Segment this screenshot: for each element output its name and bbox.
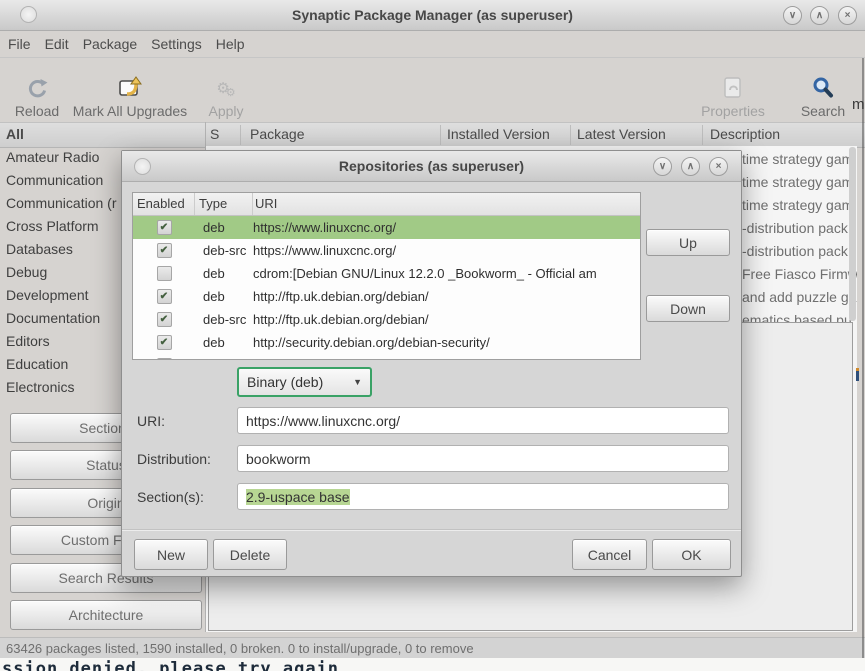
type-dropdown[interactable]: Binary (deb) ▼ xyxy=(237,367,372,397)
down-button[interactable]: Down xyxy=(646,295,730,322)
properties-icon xyxy=(723,73,743,103)
sections-field[interactable]: 2.9-uspace base xyxy=(237,483,729,510)
sidebar-header-all[interactable]: All xyxy=(6,126,24,142)
dialog-titlebar[interactable]: Repositories (as superuser) ∨ ∧ × xyxy=(122,151,741,182)
up-button[interactable]: Up xyxy=(646,229,730,256)
minimize-button[interactable]: ∨ xyxy=(783,6,802,25)
dialog-maximize-button[interactable]: ∧ xyxy=(681,157,700,176)
background-edge-text: m xyxy=(852,96,865,113)
checkbox-checked-icon[interactable]: ✔ xyxy=(157,335,172,350)
statusbar: 63426 packages listed, 1590 installed, 0… xyxy=(0,637,865,658)
uri-label: URI: xyxy=(137,413,165,429)
window-icon xyxy=(20,6,37,23)
column-status[interactable]: S xyxy=(210,126,219,142)
search-button[interactable]: Search xyxy=(792,61,854,119)
mark-all-upgrades-icon xyxy=(117,73,143,103)
maximize-button[interactable]: ∧ xyxy=(810,6,829,25)
background-caret-fragment xyxy=(856,368,859,381)
repo-row[interactable]: ✔ deb-src http://ftp.uk.debian.org/debia… xyxy=(133,308,640,331)
apply-gears-icon: ⚙⚙ xyxy=(216,73,235,103)
repository-list-header[interactable]: Enabled Type URI xyxy=(133,193,640,216)
list-scrollbar[interactable] xyxy=(849,147,856,321)
main-window-title: Synaptic Package Manager (as superuser) xyxy=(292,7,573,23)
mark-all-upgrades-button[interactable]: Mark All Upgrades xyxy=(70,61,190,119)
repo-row[interactable]: ✔ deb http://ftp.uk.debian.org/debian/ xyxy=(133,285,640,308)
column-type[interactable]: Type xyxy=(195,193,253,215)
checkbox-checked-icon[interactable]: ✔ xyxy=(157,312,172,327)
repositories-dialog: Repositories (as superuser) ∨ ∧ × Enable… xyxy=(121,150,742,577)
uri-field[interactable]: https://www.linuxcnc.org/ xyxy=(237,407,729,434)
menubar: File Edit Package Settings Help xyxy=(0,30,865,57)
delete-button[interactable]: Delete xyxy=(213,539,287,570)
repo-row[interactable]: ✔ deb http://security.debian.org/debian-… xyxy=(133,331,640,354)
toolbar: Reload Mark All Upgrades ⚙⚙ Apply Proper… xyxy=(0,57,865,122)
dialog-minimize-button[interactable]: ∨ xyxy=(653,157,672,176)
package-description-cell[interactable]: time strategy gam xyxy=(742,148,857,171)
column-package[interactable]: Package xyxy=(250,126,304,142)
repo-row[interactable]: ✔ deb https://www.linuxcnc.org/ xyxy=(133,216,640,239)
chevron-down-icon: ▼ xyxy=(353,377,362,387)
dialog-close-button[interactable]: × xyxy=(709,157,728,176)
dialog-separator xyxy=(122,529,741,531)
statusbar-text: 63426 packages listed, 1590 installed, 0… xyxy=(6,641,474,656)
sections-label: Section(s): xyxy=(137,489,204,505)
column-uri[interactable]: URI xyxy=(253,193,640,215)
checkbox-checked-icon[interactable]: ✔ xyxy=(157,289,172,304)
properties-button[interactable]: Properties xyxy=(688,61,778,119)
menu-package[interactable]: Package xyxy=(83,36,137,52)
new-button[interactable]: New xyxy=(134,539,208,570)
package-description-cell[interactable]: -distribution pack xyxy=(742,217,857,240)
column-installed-version[interactable]: Installed Version xyxy=(447,126,550,142)
dialog-title: Repositories (as superuser) xyxy=(339,158,524,174)
apply-button[interactable]: ⚙⚙ Apply xyxy=(198,61,254,119)
menu-settings[interactable]: Settings xyxy=(151,36,202,52)
reload-icon xyxy=(25,73,49,103)
checkbox-checked-icon[interactable] xyxy=(157,358,172,360)
column-latest-version[interactable]: Latest Version xyxy=(577,126,666,142)
cancel-button[interactable]: Cancel xyxy=(572,539,647,570)
distribution-field[interactable]: bookworm xyxy=(237,445,729,472)
list-header-row[interactable]: All S Package Installed Version Latest V… xyxy=(0,122,865,148)
repo-row[interactable]: ✔ deb-src https://www.linuxcnc.org/ xyxy=(133,239,640,262)
package-description-cell[interactable]: -distribution pack xyxy=(742,240,857,263)
reload-button[interactable]: Reload xyxy=(8,61,66,119)
menu-file[interactable]: File xyxy=(8,36,31,52)
selected-text: 2.9-uspace base xyxy=(246,489,350,505)
ok-button[interactable]: OK xyxy=(652,539,731,570)
background-edge-line xyxy=(862,58,864,658)
architecture-button[interactable]: Architecture xyxy=(10,600,202,630)
terminal-window-fragment: ssion denied. please try again xyxy=(0,658,865,671)
package-description-cell[interactable]: Free Fiasco Firmw xyxy=(742,263,857,286)
menu-help[interactable]: Help xyxy=(216,36,245,52)
dialog-window-icon xyxy=(134,158,151,175)
checkbox-unchecked-icon[interactable] xyxy=(157,266,172,281)
repo-row[interactable]: deb cdrom:[Debian GNU/Linux 12.2.0 _Book… xyxy=(133,262,640,285)
close-button[interactable]: × xyxy=(838,6,857,25)
repo-row-partial[interactable] xyxy=(133,354,640,360)
terminal-text-fragment: ssion denied. please try again xyxy=(2,659,339,671)
repository-list: Enabled Type URI ✔ deb https://www.linux… xyxy=(132,192,641,360)
column-description[interactable]: Description xyxy=(710,126,780,142)
package-description-cell[interactable]: and add puzzle ga xyxy=(742,286,857,309)
main-titlebar[interactable]: Synaptic Package Manager (as superuser) … xyxy=(0,0,865,31)
checkbox-checked-icon[interactable]: ✔ xyxy=(157,220,172,235)
package-description-cell[interactable]: time strategy gam xyxy=(742,171,857,194)
menu-edit[interactable]: Edit xyxy=(45,36,69,52)
distribution-label: Distribution: xyxy=(137,451,211,467)
search-icon xyxy=(811,73,835,103)
column-enabled[interactable]: Enabled xyxy=(133,193,195,215)
checkbox-checked-icon[interactable]: ✔ xyxy=(157,243,172,258)
package-description-cell[interactable]: time strategy gam xyxy=(742,194,857,217)
